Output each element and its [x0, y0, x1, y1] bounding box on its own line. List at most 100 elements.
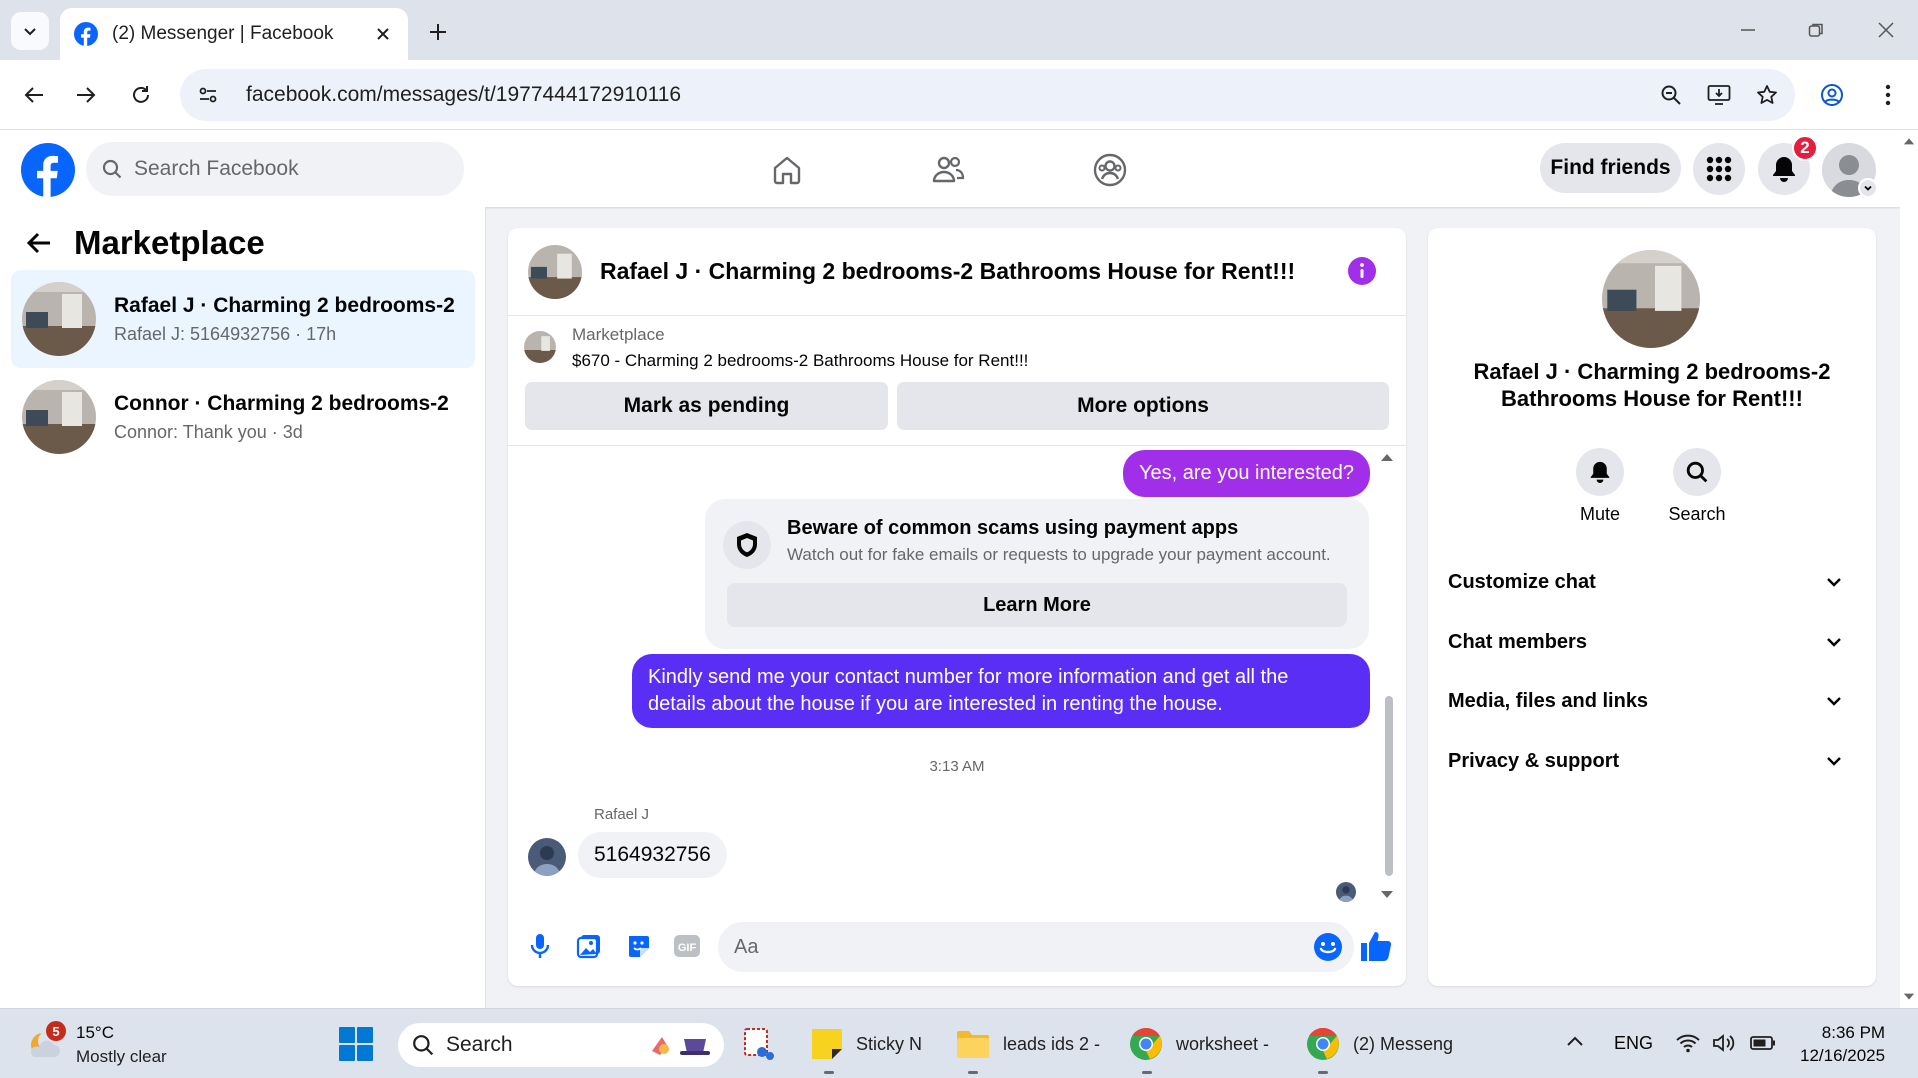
gif-icon[interactable]: GIF [669, 928, 705, 964]
tab-close-icon[interactable] [372, 23, 394, 45]
address-bar[interactable]: facebook.com/messages/t/1977444172910116 [180, 69, 1795, 121]
page-scrollbar[interactable] [1900, 130, 1918, 1008]
incoming-message[interactable]: 5164932756 [578, 832, 727, 878]
groups-icon [1093, 153, 1127, 187]
taskbar-app-label: leads ids 2 - [1003, 1033, 1101, 1054]
nav-home[interactable] [757, 144, 817, 196]
scroll-up-arrow-icon[interactable] [1380, 452, 1394, 462]
running-indicator [1142, 1071, 1152, 1074]
back-button[interactable] [14, 75, 54, 115]
chevron-down-icon [24, 28, 36, 36]
zoom-icon[interactable] [1651, 75, 1691, 115]
message-input[interactable]: Aa [718, 922, 1354, 972]
sender-avatar[interactable] [528, 838, 566, 876]
chevron-down-icon [1827, 638, 1841, 647]
grid-menu-icon [1706, 156, 1732, 182]
back-arrow-icon[interactable] [26, 231, 52, 255]
learn-more-button[interactable]: Learn More [727, 583, 1347, 627]
forward-button[interactable] [66, 75, 106, 115]
site-info-icon[interactable] [188, 75, 228, 115]
battery-icon[interactable] [1750, 1035, 1776, 1051]
bell-icon [1576, 448, 1624, 496]
weather-moon-cloud-icon: 5 [26, 1021, 66, 1065]
mark-as-pending-button[interactable]: Mark as pending [525, 382, 888, 430]
facebook-search-input[interactable]: Search Facebook [86, 142, 464, 196]
notification-count-badge: 2 [1792, 135, 1818, 161]
browser-tab-messenger[interactable]: (2) Messenger | Facebook [60, 8, 408, 60]
taskbar-app-label: worksheet - [1176, 1033, 1270, 1054]
listing-photo[interactable] [1602, 250, 1700, 348]
snipping-tool-icon [744, 1028, 774, 1060]
url-text: facebook.com/messages/t/1977444172910116 [246, 83, 682, 106]
folder-icon [957, 1031, 989, 1058]
photo-icon[interactable] [571, 928, 607, 964]
browser-menu-button[interactable] [1868, 75, 1908, 115]
mute-label: Mute [1579, 504, 1621, 524]
find-friends-button[interactable]: Find friends [1540, 143, 1681, 193]
search-label: Search [1668, 504, 1726, 524]
scroll-up-arrow-icon[interactable] [1903, 136, 1915, 146]
taskbar-app-sticky-notes[interactable]: Sticky N [810, 1019, 922, 1069]
taskbar-search[interactable]: Search [398, 1023, 724, 1067]
new-tab-button[interactable] [420, 14, 456, 50]
outgoing-message[interactable]: Kindly send me your contact number for m… [632, 654, 1370, 728]
divider [508, 445, 1406, 446]
sender-name: Rafael J [594, 806, 650, 823]
install-app-icon[interactable] [1699, 75, 1739, 115]
media-files-links-section[interactable]: Media, files and links [1448, 678, 1856, 724]
reload-button[interactable] [121, 75, 161, 115]
bookmark-star-icon[interactable] [1747, 75, 1787, 115]
message-input-placeholder: Aa [734, 935, 759, 958]
chat-scroll-thumb[interactable] [1385, 696, 1393, 876]
restore-button[interactable] [1796, 12, 1836, 48]
taskbar-app-label: (2) Messeng [1353, 1033, 1454, 1054]
chat-members-section[interactable]: Chat members [1448, 619, 1856, 665]
search-in-conversation-button[interactable]: Search [1652, 448, 1742, 525]
taskbar-app-snipping-tool[interactable] [740, 1019, 776, 1069]
clock-date: 12/16/2025 [1800, 1046, 1886, 1065]
chrome-icon [1307, 1028, 1339, 1060]
taskbar-app-file-explorer[interactable]: leads ids 2 - [955, 1019, 1100, 1069]
browser-profile-button[interactable] [1812, 75, 1852, 115]
minimize-button[interactable] [1728, 12, 1768, 48]
scroll-down-arrow-icon[interactable] [1380, 890, 1394, 900]
windows-start-icon[interactable] [338, 1026, 374, 1062]
nav-friends[interactable] [918, 144, 978, 196]
emoji-icon[interactable] [1312, 931, 1344, 963]
facebook-logo-icon[interactable] [21, 143, 75, 197]
profile-icon [1821, 84, 1843, 106]
system-clock[interactable]: 8:36 PM 12/16/2025 [1800, 1021, 1885, 1067]
plus-icon [430, 24, 446, 40]
volume-icon[interactable] [1712, 1033, 1736, 1053]
mute-button[interactable]: Mute [1555, 448, 1645, 525]
tab-search-dropdown[interactable] [11, 12, 49, 50]
chat-title[interactable]: Rafael J · Charming 2 bedrooms-2 Bathroo… [600, 258, 1406, 285]
section-label: Customize chat [1448, 570, 1596, 593]
menu-grid-button[interactable] [1693, 143, 1745, 195]
show-hidden-icons-chevron-up-icon[interactable] [1566, 1035, 1584, 1047]
scroll-down-arrow-icon[interactable] [1903, 992, 1915, 1002]
marketplace-listing-strip[interactable]: Marketplace $670 - Charming 2 bedrooms-2… [508, 317, 1406, 375]
outgoing-message[interactable]: Yes, are you interested? [1123, 450, 1370, 497]
close-window-button[interactable] [1866, 12, 1906, 48]
more-options-button[interactable]: More options [897, 382, 1389, 430]
microphone-icon[interactable] [522, 928, 558, 964]
nav-groups[interactable] [1080, 144, 1140, 196]
info-icon[interactable] [1348, 257, 1376, 285]
conversation-item-connor[interactable]: Connor · Charming 2 bedrooms-2 ... Conno… [11, 368, 475, 466]
taskbar-app-chrome-worksheet[interactable]: worksheet - [1128, 1019, 1269, 1069]
language-indicator[interactable]: ENG [1614, 1033, 1653, 1054]
account-menu-chevron-icon[interactable] [1858, 178, 1878, 198]
weather-widget[interactable]: 5 15°C Mostly clear [26, 1021, 167, 1069]
chat-avatar[interactable] [528, 244, 582, 299]
taskbar-app-chrome-messenger[interactable]: (2) Messeng [1305, 1019, 1453, 1069]
customize-chat-section[interactable]: Customize chat [1448, 559, 1856, 605]
listing-title: $670 - Charming 2 bedrooms-2 Bathrooms H… [572, 351, 1029, 370]
tab-title: (2) Messenger | Facebook [112, 23, 334, 44]
conversation-item-rafael[interactable]: Rafael J · Charming 2 bedrooms-2 ... Raf… [11, 270, 475, 368]
privacy-support-section[interactable]: Privacy & support [1448, 738, 1856, 784]
thumbs-up-icon[interactable] [1358, 928, 1394, 964]
sticker-icon[interactable] [620, 928, 656, 964]
message-line: details about the house if you are inter… [648, 693, 1223, 715]
wifi-icon[interactable] [1676, 1033, 1700, 1053]
